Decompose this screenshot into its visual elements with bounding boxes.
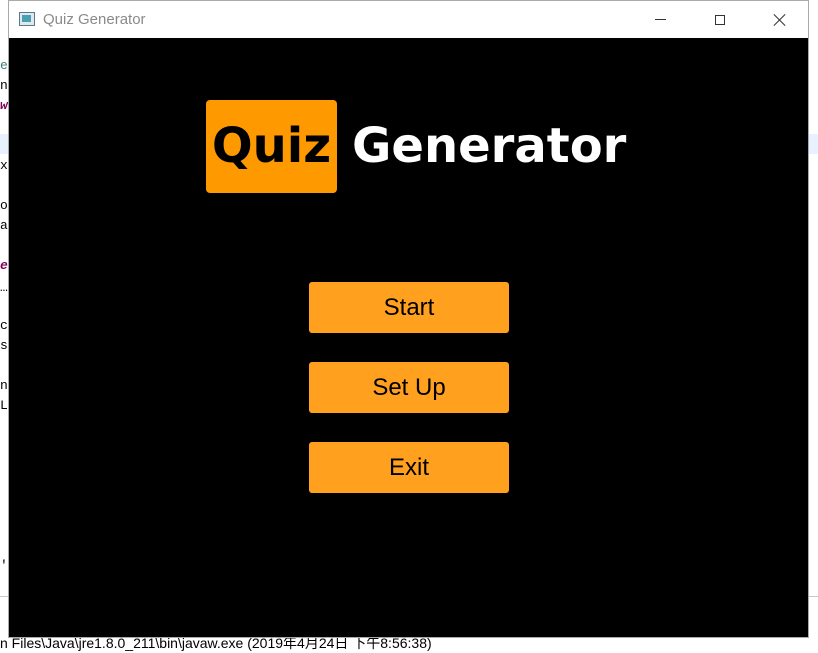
maximize-button[interactable]	[697, 1, 743, 38]
app-canvas: Quiz Generator Start Set Up Exit	[9, 38, 808, 637]
maximize-icon	[715, 14, 725, 25]
java-app-icon	[19, 12, 35, 26]
minimize-button[interactable]	[637, 1, 683, 38]
close-icon	[773, 13, 787, 27]
logo-word: Generator	[352, 118, 627, 174]
close-button[interactable]	[757, 1, 803, 38]
quiz-generator-window: Quiz Generator Quiz Generator Start Set …	[8, 0, 809, 638]
title-bar[interactable]: Quiz Generator	[9, 1, 808, 38]
window-title: Quiz Generator	[43, 11, 146, 28]
minimize-icon	[654, 19, 666, 20]
ide-code-fragment: w	[0, 98, 8, 113]
ide-code-fragment: …	[0, 280, 8, 295]
setup-button[interactable]: Set Up	[309, 362, 509, 413]
logo-boxed-word: Quiz	[211, 118, 332, 174]
ide-code-fragment: e	[0, 58, 8, 73]
logo-badge: Quiz	[206, 100, 337, 193]
exit-button[interactable]: Exit	[309, 442, 509, 493]
start-button[interactable]: Start	[309, 282, 509, 333]
